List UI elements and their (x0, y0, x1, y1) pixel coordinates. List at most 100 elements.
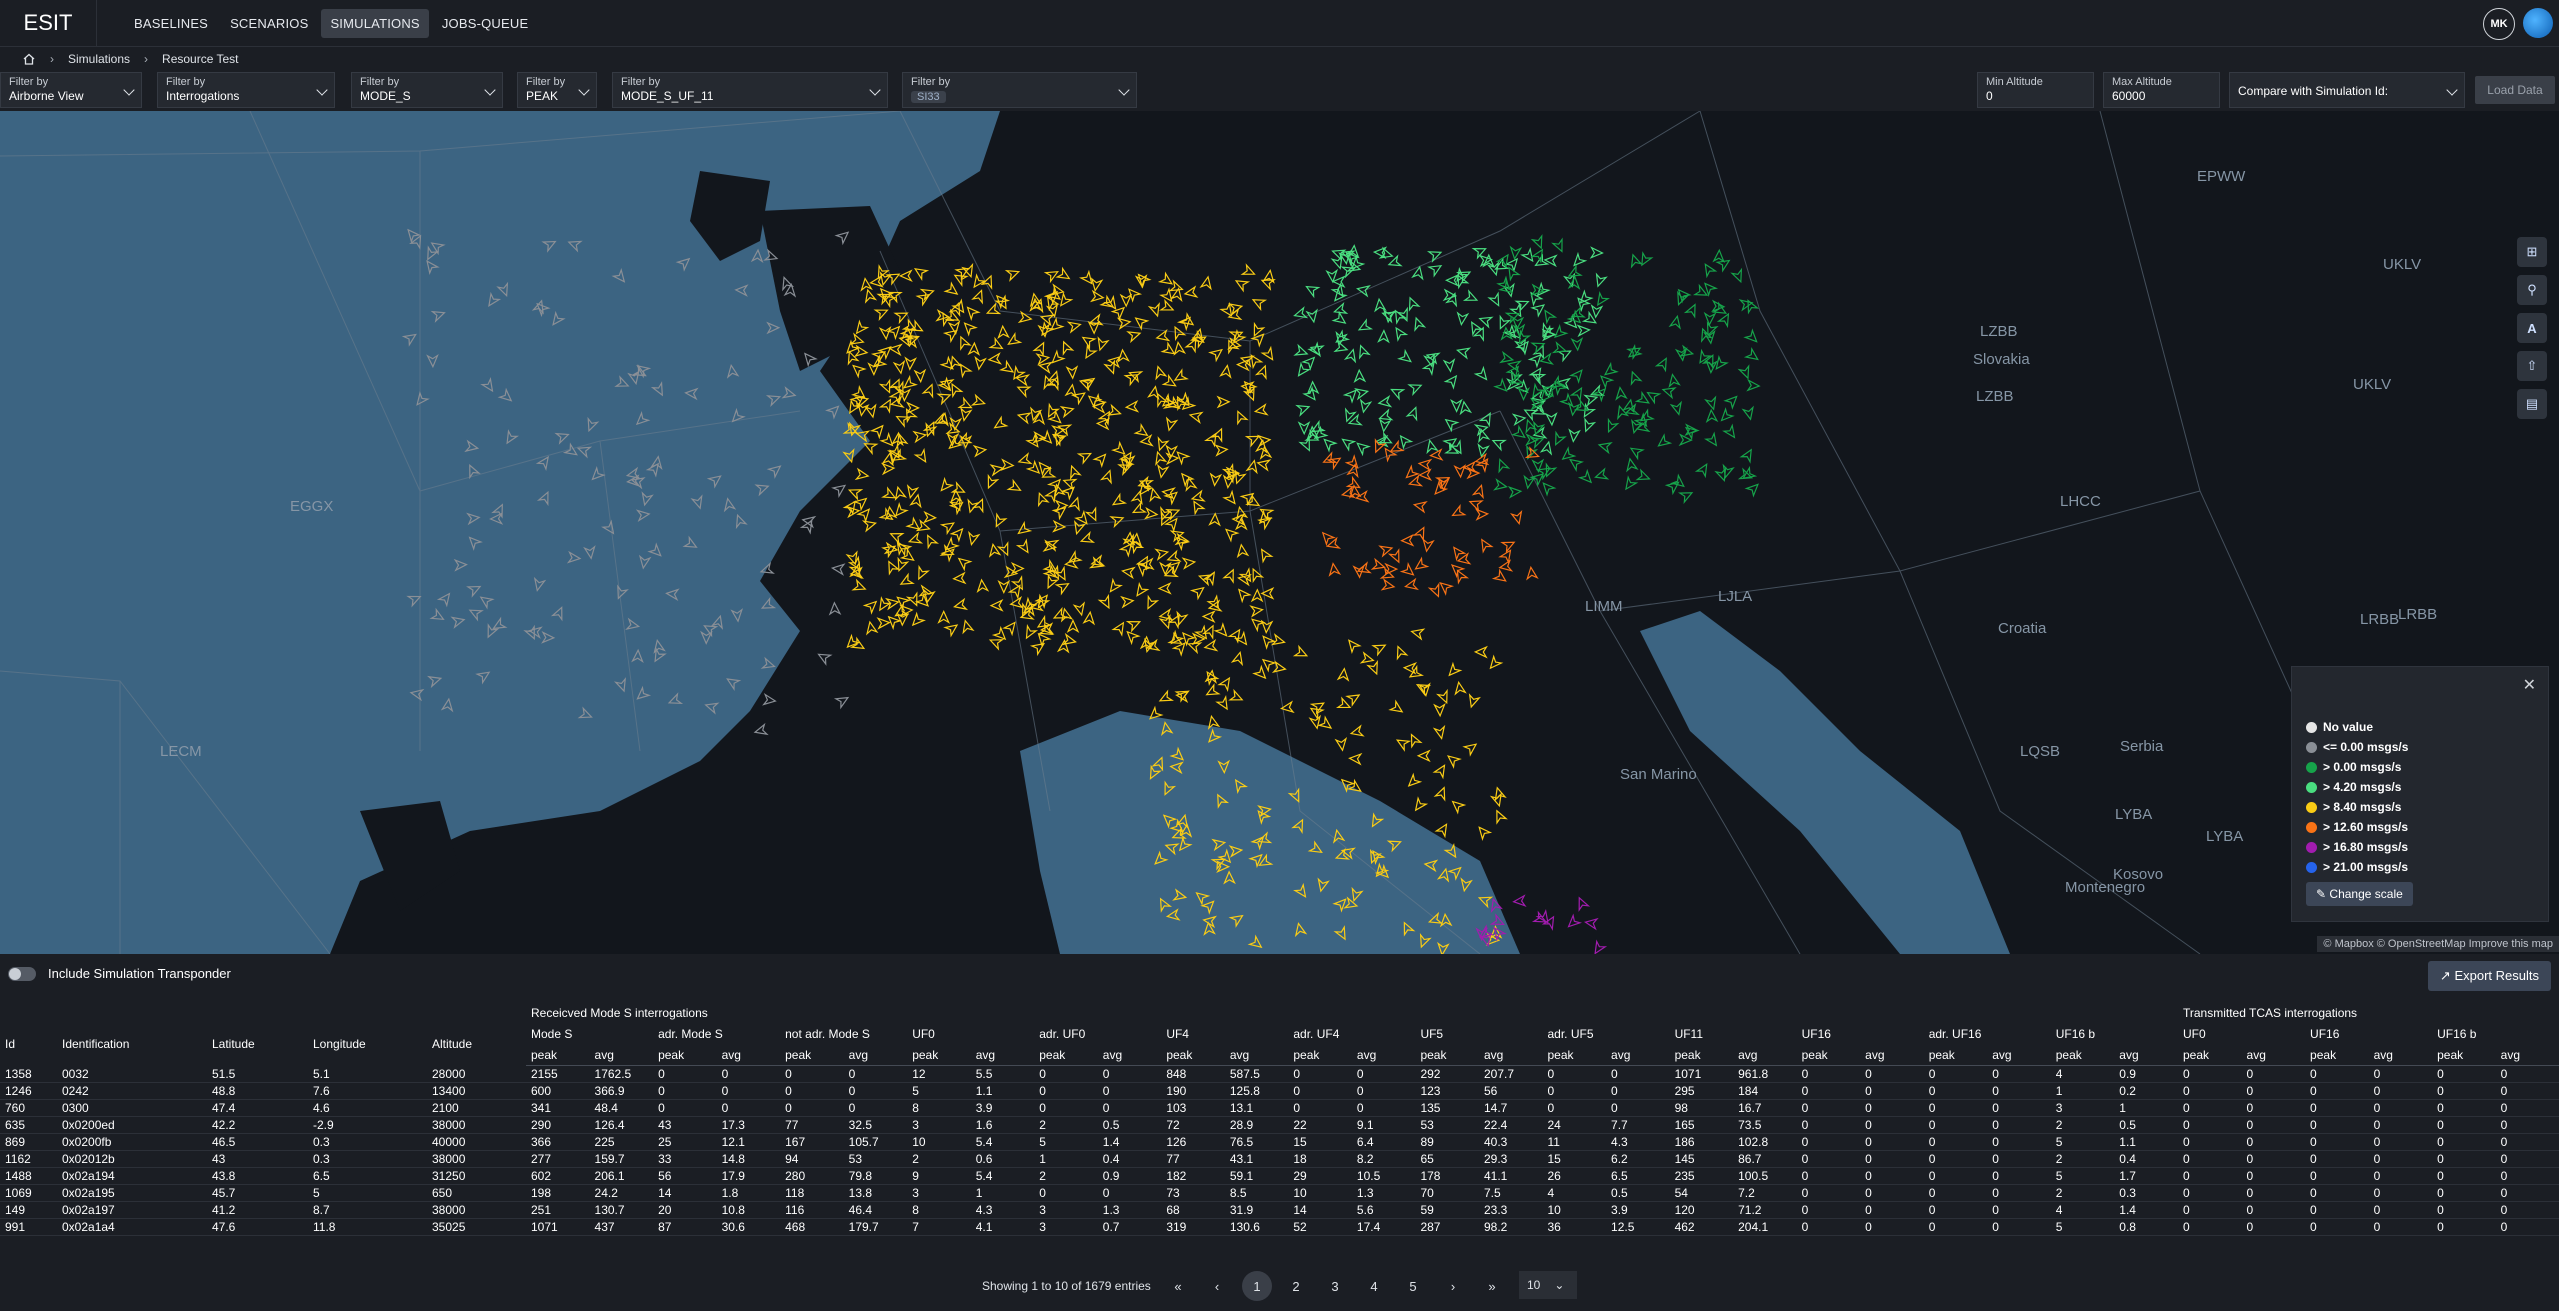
aircraft-marker[interactable] (1628, 370, 1643, 386)
map-icon[interactable]: ▤ (2517, 389, 2547, 419)
aircraft-marker[interactable] (1015, 373, 1031, 387)
aircraft-marker[interactable] (1057, 291, 1074, 309)
map-view[interactable]: EGGX LECM LIMM LJLA LZBB LZBB LHCC LRBB LRBB LQSB… (0, 111, 2559, 954)
aircraft-marker[interactable] (1668, 314, 1682, 330)
aircraft-marker[interactable] (1334, 736, 1348, 752)
aircraft-marker[interactable] (1590, 304, 1604, 319)
aircraft-marker[interactable] (1493, 478, 1508, 492)
aircraft-marker[interactable] (1456, 311, 1470, 326)
aircraft-marker[interactable] (865, 620, 879, 636)
layers-icon[interactable]: ⊞ (2517, 237, 2547, 267)
table-row[interactable]: 760 0300 47.4 4.6 2100 341 48.4 0 0 0 0 8 3.9 0 0 103 13… (0, 1099, 2559, 1117)
aircraft-marker[interactable] (1109, 513, 1125, 529)
aircraft-marker[interactable] (831, 481, 848, 498)
aircraft-marker[interactable] (1449, 798, 1467, 815)
aircraft-marker[interactable] (1551, 430, 1567, 447)
aircraft-marker[interactable] (1233, 630, 1251, 648)
aircraft-marker[interactable] (939, 519, 957, 536)
aircraft-marker[interactable] (1511, 413, 1527, 426)
aircraft-marker[interactable] (1677, 488, 1694, 504)
aircraft-marker[interactable] (1405, 406, 1420, 422)
aircraft-marker[interactable] (1471, 483, 1486, 500)
aircraft-marker[interactable] (989, 599, 1004, 612)
pin-icon[interactable]: ⚲ (2517, 275, 2547, 305)
aircraft-marker[interactable] (1445, 752, 1462, 769)
aircraft-marker[interactable] (1593, 272, 1608, 288)
column-header[interactable]: UF0 (907, 1023, 1034, 1045)
aircraft-marker[interactable] (1228, 688, 1244, 705)
aircraft-marker[interactable] (1158, 689, 1174, 705)
aircraft-marker[interactable] (1442, 358, 1456, 373)
aircraft-marker[interactable] (1357, 318, 1374, 334)
aircraft-marker[interactable] (1625, 457, 1639, 473)
aircraft-marker[interactable] (1628, 444, 1645, 461)
aircraft-marker[interactable] (1072, 519, 1087, 536)
aircraft-marker[interactable] (1134, 274, 1148, 289)
aircraft-marker[interactable] (1257, 547, 1274, 564)
column-header[interactable]: UF16 b (2051, 1023, 2178, 1045)
aircraft-marker[interactable] (1541, 308, 1558, 325)
column-header[interactable]: adr. UF0 (1034, 1023, 1161, 1045)
column-header[interactable]: Altitude (427, 1023, 526, 1066)
aircraft-marker[interactable] (1473, 645, 1488, 659)
aircraft-marker[interactable] (1208, 512, 1221, 527)
aircraft-marker[interactable] (1491, 568, 1509, 585)
aircraft-marker[interactable] (1705, 408, 1719, 424)
aircraft-marker[interactable] (1405, 772, 1423, 790)
aircraft-marker[interactable] (1164, 416, 1179, 432)
brand-logo[interactable]: ESIT (0, 0, 97, 46)
aircraft-marker[interactable] (1576, 324, 1591, 338)
aircraft-marker[interactable] (1219, 364, 1233, 379)
column-header[interactable]: UF16 (1797, 1023, 1924, 1045)
aircraft-marker[interactable] (1526, 565, 1539, 581)
aircraft-marker[interactable] (961, 320, 978, 337)
aircraft-marker[interactable] (1321, 436, 1338, 453)
aircraft-marker[interactable] (1565, 913, 1582, 931)
aircraft-marker[interactable] (1427, 261, 1444, 278)
aircraft-marker[interactable] (1705, 359, 1718, 374)
aircraft-marker[interactable] (1253, 403, 1269, 417)
aircraft-marker[interactable] (1204, 683, 1221, 699)
aircraft-marker[interactable] (1356, 344, 1371, 360)
aircraft-marker[interactable] (869, 422, 887, 440)
aircraft-marker[interactable] (1535, 464, 1553, 481)
aircraft-marker[interactable] (1304, 282, 1321, 299)
aircraft-marker[interactable] (1456, 552, 1472, 566)
aircraft-marker[interactable] (1410, 627, 1426, 641)
aircraft-marker[interactable] (851, 578, 867, 593)
aircraft-marker[interactable] (1006, 478, 1022, 495)
aircraft-marker[interactable] (1159, 561, 1172, 576)
aircraft-marker[interactable] (833, 693, 851, 710)
aircraft-marker[interactable] (1168, 629, 1185, 647)
aircraft-marker[interactable] (894, 593, 912, 611)
aircraft-marker[interactable] (951, 298, 968, 315)
aircraft-marker[interactable] (1317, 715, 1334, 732)
aircraft-marker[interactable] (974, 355, 987, 371)
aircraft-marker[interactable] (1540, 480, 1557, 497)
aircraft-marker[interactable] (1172, 368, 1189, 384)
aircraft-marker[interactable] (1594, 291, 1610, 308)
aircraft-marker[interactable] (1090, 277, 1104, 293)
column-header[interactable]: UF5 (1415, 1023, 1542, 1045)
aircraft-marker[interactable] (1043, 267, 1060, 284)
aircraft-marker[interactable] (1043, 487, 1060, 504)
aircraft-marker[interactable] (1359, 398, 1373, 414)
aircraft-marker[interactable] (1397, 433, 1414, 450)
text-icon[interactable]: A (2517, 313, 2547, 343)
aircraft-marker[interactable] (1664, 478, 1682, 496)
aircraft-marker[interactable] (828, 601, 842, 616)
nav-scenarios[interactable]: SCENARIOS (221, 9, 317, 38)
aircraft-marker[interactable] (1099, 469, 1115, 485)
aircraft-marker[interactable] (1694, 462, 1711, 479)
aircraft-marker[interactable] (1260, 345, 1276, 363)
aircraft-marker[interactable] (967, 530, 981, 546)
table-row[interactable]: 1246 0242 48.8 7.6 13400 600 366.9 0 0 0 0 5 1.1 0 0 19… (0, 1082, 2559, 1100)
aircraft-marker[interactable] (1110, 492, 1128, 509)
aircraft-marker[interactable] (1530, 339, 1546, 355)
aircraft-marker[interactable] (1117, 348, 1130, 363)
aircraft-marker[interactable] (913, 368, 927, 384)
aircraft-marker[interactable] (1223, 526, 1240, 543)
aircraft-marker[interactable] (1477, 442, 1490, 458)
aircraft-marker[interactable] (1683, 302, 1700, 319)
aircraft-marker[interactable] (1718, 407, 1735, 424)
